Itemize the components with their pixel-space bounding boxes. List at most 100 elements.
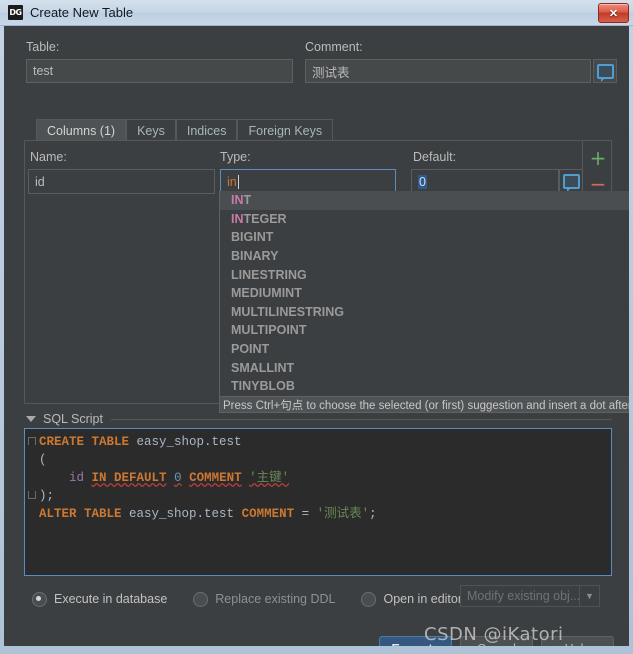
code-fold-marker[interactable] bbox=[28, 491, 36, 499]
help-button[interactable]: Help bbox=[541, 636, 614, 646]
column-name-input[interactable]: id bbox=[28, 169, 215, 194]
autocomplete-item[interactable]: BINARY bbox=[220, 247, 629, 266]
column-name-label: Name: bbox=[30, 150, 67, 164]
sql-token: COMMENT bbox=[241, 507, 295, 521]
table-name-input[interactable]: test bbox=[26, 59, 293, 83]
chevron-down-icon[interactable] bbox=[26, 416, 36, 422]
comment-bubble-icon-button[interactable] bbox=[593, 59, 617, 83]
create-new-table-dialog: DG Create New Table ✕ Table: test Commen… bbox=[0, 0, 633, 654]
autocomplete-item[interactable]: SMALLINT bbox=[220, 358, 629, 377]
radio-open-in-editor[interactable]: Open in editor: bbox=[361, 591, 466, 607]
autocomplete-hint: Press Ctrl+句点 to choose the selected (or… bbox=[220, 396, 629, 412]
add-column-button[interactable]: + bbox=[586, 147, 610, 169]
sql-token: '主键' bbox=[249, 471, 290, 485]
sql-token: id bbox=[69, 471, 85, 485]
window-title: Create New Table bbox=[30, 5, 134, 20]
table-comment-label: Comment: bbox=[305, 40, 363, 54]
tab-indices[interactable]: Indices bbox=[175, 119, 238, 141]
chevron-down-icon[interactable]: ▼ bbox=[580, 585, 600, 607]
autocomplete-item[interactable]: MEDIUMINT bbox=[220, 284, 629, 303]
autocomplete-item[interactable]: MULTILINESTRING bbox=[220, 303, 629, 322]
radio-label: Replace existing DDL bbox=[215, 592, 336, 606]
autocomplete-item[interactable]: BIGINT bbox=[220, 228, 629, 247]
radio-execute-in-database[interactable]: Execute in database bbox=[32, 591, 168, 607]
comment-bubble-icon bbox=[596, 63, 614, 82]
sql-line: ); bbox=[39, 487, 611, 505]
sql-line: CREATE TABLE easy_shop.test bbox=[39, 433, 611, 451]
column-default-label: Default: bbox=[413, 150, 457, 164]
column-default-value: 0 bbox=[418, 174, 427, 189]
datagrip-icon: DG bbox=[8, 5, 23, 20]
sql-token: ; bbox=[369, 507, 377, 521]
autocomplete-item[interactable]: IN TEGER bbox=[220, 210, 629, 229]
autocomplete-item-label: MEDIUMINT bbox=[231, 286, 302, 301]
column-type-label: Type: bbox=[220, 150, 251, 164]
execute-button[interactable]: Execute bbox=[379, 636, 452, 646]
autocomplete-item-label: BINARY bbox=[231, 249, 279, 264]
sql-line: ALTER TABLE easy_shop.test COMMENT = '测试… bbox=[39, 505, 611, 523]
autocomplete-popup: IN T IN TEGER BIGINT BINARY LINESTRING MEDIUMIN… bbox=[219, 191, 629, 413]
sql-token: '测试表' bbox=[316, 507, 370, 521]
sql-token: easy_shop.test bbox=[136, 435, 242, 449]
tab-foreign-keys[interactable]: Foreign Keys bbox=[237, 119, 334, 141]
autocomplete-item-label: BIGINT bbox=[231, 230, 274, 245]
autocomplete-item[interactable]: TINYBLOB bbox=[220, 377, 629, 396]
radio-dot bbox=[361, 591, 377, 607]
radio-label: Open in editor: bbox=[383, 592, 466, 606]
radio-dot bbox=[193, 591, 209, 607]
sql-script-code: CREATE TABLE easy_shop.test ( id IN DEFAU… bbox=[25, 429, 611, 523]
title-bar: DG Create New Table ✕ bbox=[0, 0, 633, 26]
sql-line: id IN DEFAULT 0 COMMENT '主键' bbox=[39, 469, 611, 487]
autocomplete-item-rest: TEGER bbox=[243, 211, 287, 226]
tab-columns[interactable]: Columns (1) bbox=[36, 119, 127, 141]
sql-token: ( bbox=[39, 453, 47, 467]
autocomplete-item-label: TINYBLOB bbox=[231, 379, 295, 394]
autocomplete-list: IN T IN TEGER BIGINT BINARY LINESTRING MEDIUMIN… bbox=[220, 191, 629, 396]
radio-dot bbox=[32, 591, 47, 607]
radio-label: Execute in database bbox=[54, 592, 168, 606]
sql-token: 0 bbox=[174, 471, 182, 485]
autocomplete-item[interactable]: LINESTRING bbox=[220, 265, 629, 284]
autocomplete-item-match: IN bbox=[231, 211, 244, 226]
autocomplete-item-rest: T bbox=[243, 193, 252, 208]
table-name-label: Table: bbox=[26, 40, 60, 54]
table-comment-input[interactable]: 测试表 bbox=[305, 59, 591, 83]
sql-token: IN DEFAULT bbox=[91, 471, 167, 485]
close-icon[interactable]: ✕ bbox=[598, 3, 629, 23]
sql-script-header: SQL Script bbox=[26, 412, 612, 426]
sql-script-title: SQL Script bbox=[43, 412, 103, 426]
autocomplete-item[interactable]: POINT bbox=[220, 340, 629, 359]
comment-bubble-icon bbox=[562, 173, 580, 192]
autocomplete-item-label: MULTIPOINT bbox=[231, 323, 307, 338]
column-type-value: in bbox=[227, 174, 237, 189]
section-divider bbox=[110, 418, 612, 420]
dialog-content: Table: test Comment: 测试表 Columns (1) Key… bbox=[4, 26, 629, 646]
autocomplete-item-label: LINESTRING bbox=[231, 267, 307, 282]
sql-line: ( bbox=[39, 451, 611, 469]
autocomplete-item-label: SMALLINT bbox=[231, 360, 295, 375]
autocomplete-item-match: IN bbox=[231, 193, 244, 208]
sql-script-editor[interactable]: CREATE TABLE easy_shop.test ( id IN DEFAU… bbox=[24, 428, 612, 576]
autocomplete-item-label: POINT bbox=[231, 342, 270, 357]
column-comment-icon-button[interactable] bbox=[559, 169, 583, 193]
cancel-button[interactable]: Cancel bbox=[460, 636, 533, 646]
sql-token: ); bbox=[39, 489, 55, 503]
text-caret bbox=[237, 174, 239, 189]
tab-keys[interactable]: Keys bbox=[126, 119, 176, 141]
sql-token: easy_shop.test bbox=[129, 507, 235, 521]
code-fold-marker[interactable] bbox=[28, 437, 36, 445]
sql-token: COMMENT bbox=[189, 471, 242, 485]
radio-replace-existing-ddl[interactable]: Replace existing DDL bbox=[193, 591, 336, 607]
modify-existing-object-select[interactable]: Modify existing obj... bbox=[460, 585, 580, 607]
autocomplete-item[interactable]: IN T bbox=[220, 191, 629, 210]
sql-token: = bbox=[294, 507, 317, 521]
autocomplete-item[interactable]: MULTIPOINT bbox=[220, 321, 629, 340]
sql-token: ALTER TABLE bbox=[39, 507, 122, 521]
